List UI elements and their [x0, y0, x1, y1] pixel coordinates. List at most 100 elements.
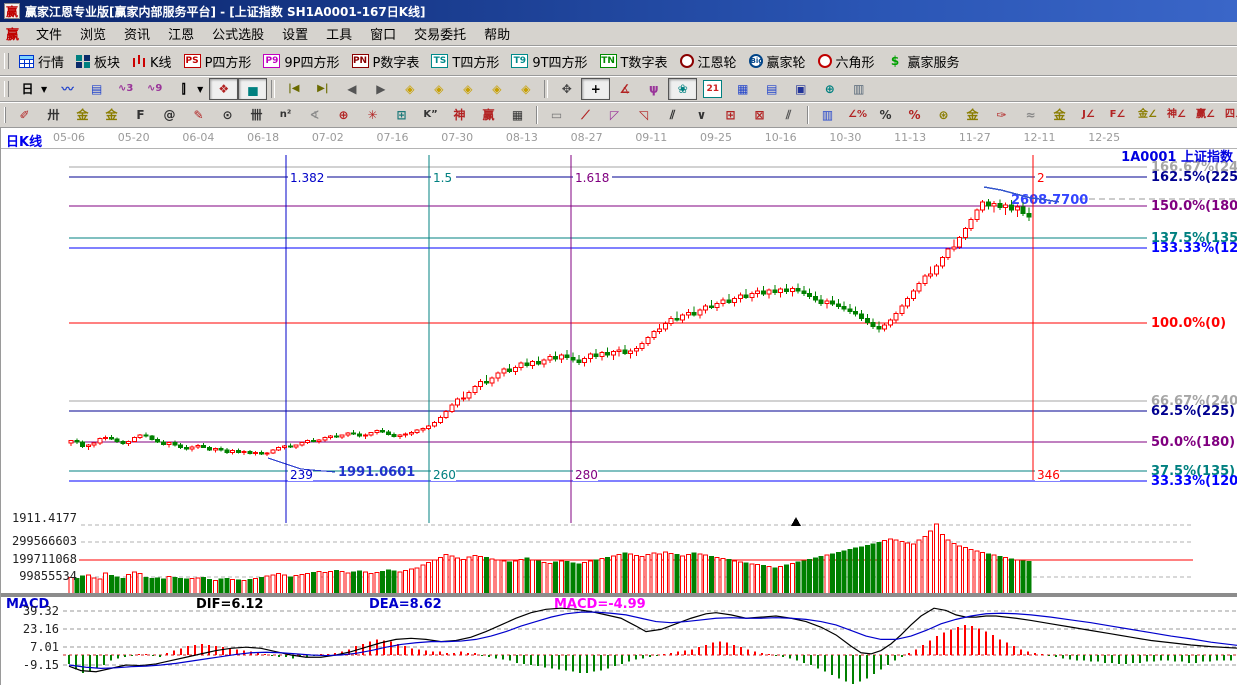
gann-date-left-icon[interactable]: ◈: [395, 78, 424, 100]
calculator-icon[interactable]: ▦: [728, 78, 757, 100]
gann-date-cross-icon[interactable]: ◈: [482, 78, 511, 100]
web-grid-icon[interactable]: ⊞: [387, 104, 416, 126]
menu-item-5[interactable]: 设置: [273, 22, 317, 45]
j-angle-icon[interactable]: J∠: [1074, 104, 1103, 126]
hexagon-button[interactable]: 六角形: [812, 49, 881, 74]
quotes-button[interactable]: 行情: [13, 49, 70, 74]
period-day-combo[interactable]: 日▼: [13, 78, 53, 100]
hand-tool-icon[interactable]: ✥: [552, 78, 581, 100]
rect-tool-icon[interactable]: ▭: [542, 104, 571, 126]
gann-date-all-icon[interactable]: ◈: [511, 78, 540, 100]
pattern-icon[interactable]: ❖: [209, 78, 238, 100]
winner-wheel-button[interactable]: Big赢家轮: [743, 49, 812, 74]
gold-grid-icon[interactable]: 金: [68, 104, 97, 126]
circle-cross-icon[interactable]: ⊕: [329, 104, 358, 126]
p-square-button[interactable]: PSP四方形: [178, 49, 258, 74]
compare-9-icon[interactable]: ∿9: [140, 78, 169, 100]
volume-profile-icon[interactable]: ▅: [238, 78, 267, 100]
web-icon[interactable]: ⊕: [815, 78, 844, 100]
gold-angle-icon[interactable]: 金∠: [1132, 104, 1161, 126]
gann-date-right-icon[interactable]: ◈: [424, 78, 453, 100]
fan-lines-icon[interactable]: ⟋: [571, 104, 600, 126]
ink-brush-icon[interactable]: ✑: [987, 104, 1016, 126]
notes-icon[interactable]: ▤: [757, 78, 786, 100]
compare-3-icon[interactable]: ∿3: [111, 78, 140, 100]
spiral-icon[interactable]: @: [155, 104, 184, 126]
wave-overlap-icon[interactable]: ≈: [1016, 104, 1045, 126]
percent-line-icon[interactable]: ∠%: [842, 104, 871, 126]
draw-knife-icon[interactable]: ✐: [10, 104, 39, 126]
menu-item-7[interactable]: 窗口: [361, 22, 405, 45]
remote-icon[interactable]: ▥: [844, 78, 873, 100]
menu-item-4[interactable]: 公式选股: [203, 22, 273, 45]
menu-item-8[interactable]: 交易委托: [405, 22, 475, 45]
gold-circle-icon[interactable]: ⊛: [929, 104, 958, 126]
gold-level-icon[interactable]: 金: [958, 104, 987, 126]
angle-tool-icon[interactable]: ∡: [610, 78, 639, 100]
sectors-button[interactable]: 板块: [70, 49, 126, 74]
gold-line-icon[interactable]: 金: [1045, 104, 1074, 126]
star-web-icon[interactable]: ✳: [358, 104, 387, 126]
menu-item-2[interactable]: 资讯: [115, 22, 159, 45]
toolbar-grip[interactable]: [4, 53, 9, 69]
calendar-icon[interactable]: 21: [697, 77, 728, 101]
p-number-table-button[interactable]: PNP数字表: [346, 49, 426, 74]
fan-box2-icon[interactable]: ◹: [629, 104, 658, 126]
menu-item-9[interactable]: 帮助: [475, 22, 519, 45]
n-square-icon[interactable]: n²: [271, 104, 300, 126]
mirror-angle-icon[interactable]: ∢: [300, 104, 329, 126]
date-tick-label: 07-02: [308, 131, 348, 144]
draw-pen-icon[interactable]: ✎: [184, 104, 213, 126]
last-bar-icon[interactable]: ▶|: [308, 78, 337, 100]
shen-grid-icon[interactable]: 神: [445, 104, 474, 126]
menu-item-0[interactable]: 文件: [27, 22, 71, 45]
ying-angle-icon[interactable]: 赢∠: [1190, 104, 1219, 126]
menu-item-3[interactable]: 江恩: [159, 22, 203, 45]
next-bar-icon[interactable]: ▶: [366, 78, 395, 100]
toolbar-grip[interactable]: [4, 107, 6, 123]
rising-lines-icon[interactable]: ⫽: [658, 104, 687, 126]
menu-item-6[interactable]: 工具: [317, 22, 361, 45]
shen-angle-icon[interactable]: 神∠: [1161, 104, 1190, 126]
toolbar-grip[interactable]: [4, 81, 9, 97]
candle-style-combo[interactable]: ⫿▼: [169, 78, 209, 100]
gann-date-both-icon[interactable]: ◈: [453, 78, 482, 100]
four-angle-icon[interactable]: 四∠: [1219, 104, 1237, 126]
gann-shape-tool-icon[interactable]: ψ: [639, 78, 668, 100]
fan-shape-tool-icon[interactable]: ❀: [668, 78, 697, 100]
t9-square-button[interactable]: T99T四方形: [505, 49, 593, 74]
gann-wheel-button[interactable]: 江恩轮: [674, 49, 743, 74]
ruler-grid-icon[interactable]: ▦: [503, 104, 532, 126]
percent-red-icon[interactable]: %: [900, 104, 929, 126]
kline-chart-canvas[interactable]: 166.67%(240)162.5%(225)150.0%(180)137.5%…: [1, 149, 1237, 685]
grid-red2-icon[interactable]: ⊠: [745, 104, 774, 126]
save-icon[interactable]: ▣: [786, 78, 815, 100]
winner-service-button[interactable]: $赢家服务: [881, 49, 966, 74]
parallel-lines-icon[interactable]: ⫽: [774, 104, 803, 126]
ying-grid-icon[interactable]: 赢: [474, 104, 503, 126]
first-bar-icon[interactable]: |◀: [279, 78, 308, 100]
crosshair-tool-icon[interactable]: +: [581, 78, 610, 100]
percent-icon[interactable]: %: [871, 104, 900, 126]
menu-item-1[interactable]: 浏览: [71, 22, 115, 45]
fan-box-icon[interactable]: ◸: [600, 104, 629, 126]
t-number-table-button[interactable]: TNT数字表: [594, 49, 674, 74]
quote-list-icon[interactable]: ▤: [82, 78, 111, 100]
f-angle-icon[interactable]: F∠: [1103, 104, 1132, 126]
kline-button[interactable]: K线: [126, 49, 178, 74]
price-scale-icon[interactable]: ▥: [813, 104, 842, 126]
prev-bar-icon[interactable]: ◀: [337, 78, 366, 100]
grid-red-icon[interactable]: ⊞: [716, 104, 745, 126]
comb-grid-icon[interactable]: 卅: [39, 104, 68, 126]
cycle-circle-icon[interactable]: ⊙: [213, 104, 242, 126]
application-window: 赢 赢家江恩专业版[赢家内部服务平台] - [上证指数 SH1A0001-167…: [0, 0, 1237, 685]
p9-square-button[interactable]: P99P四方形: [257, 49, 345, 74]
last-bar-icon: ▶|: [314, 81, 331, 97]
t-square-button[interactable]: TST四方形: [425, 49, 505, 74]
v-lines-icon[interactable]: ∨: [687, 104, 716, 126]
zigzag-chart-icon[interactable]: 〰: [53, 78, 82, 100]
gold-grid2-icon[interactable]: 金: [97, 104, 126, 126]
f-grid-icon[interactable]: F: [126, 104, 155, 126]
comb2-grid-icon[interactable]: 卌: [242, 104, 271, 126]
k-note-icon[interactable]: K”: [416, 104, 445, 126]
